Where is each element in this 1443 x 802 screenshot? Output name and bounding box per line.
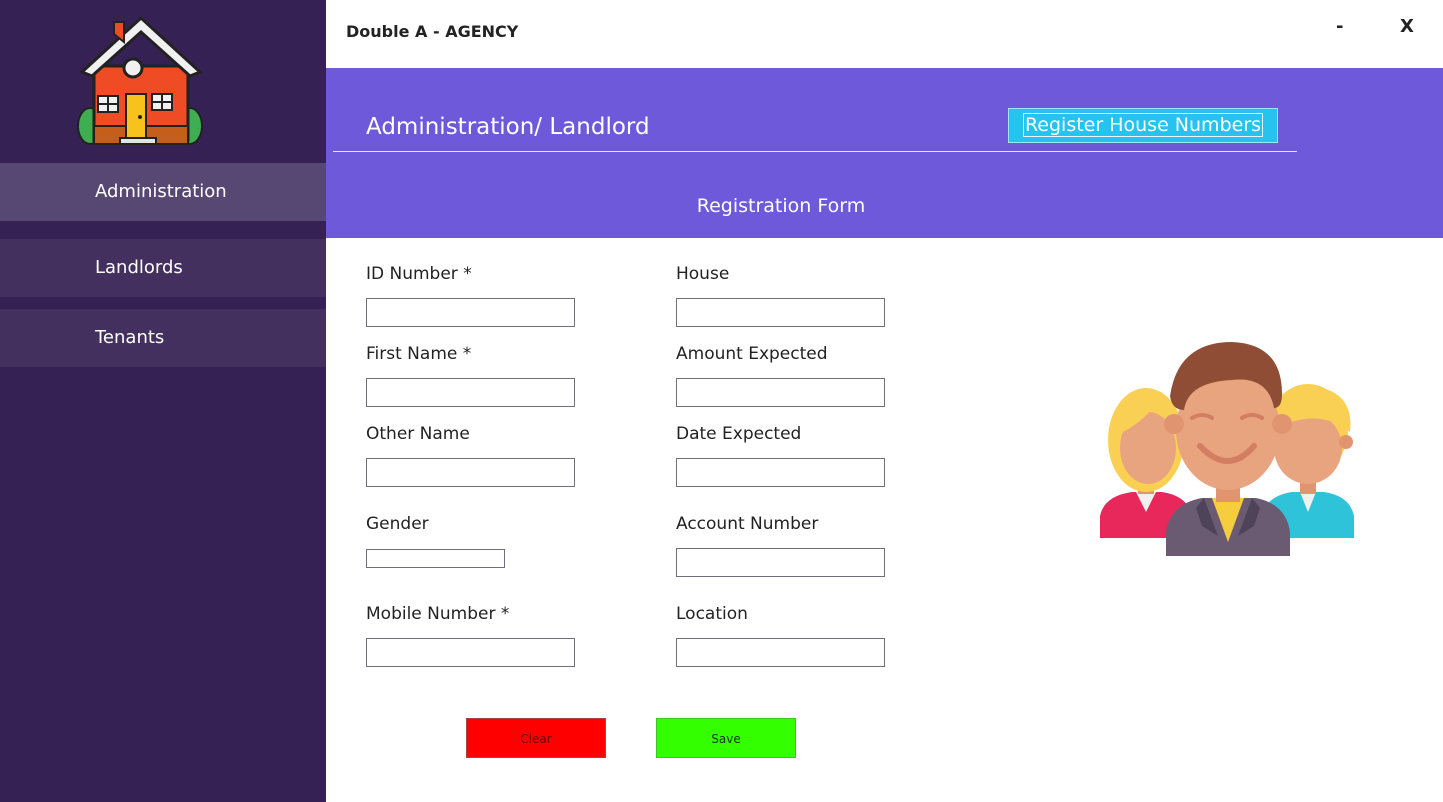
header-banner: Administration/ Landlord Register House … — [326, 68, 1443, 238]
sidebar-item-label: Landlords — [95, 257, 183, 278]
other-name-field[interactable] — [366, 458, 575, 487]
sidebar-item-landlords[interactable]: Landlords — [0, 239, 326, 297]
id-number-field[interactable] — [366, 298, 575, 327]
house-field[interactable] — [676, 298, 885, 327]
house-label: House — [676, 264, 730, 284]
users-group-icon — [1100, 342, 1354, 556]
sidebar-item-label: Tenants — [95, 327, 165, 348]
gender-label: Gender — [366, 514, 429, 534]
amount-expected-field[interactable] — [676, 378, 885, 407]
form-title: Registration Form — [696, 195, 866, 217]
mobile-number-label: Mobile Number * — [366, 604, 510, 624]
account-number-field[interactable] — [676, 548, 885, 577]
house-logo-icon — [77, 15, 203, 145]
clear-button[interactable]: Clear — [466, 718, 606, 758]
page-title: Administration/ Landlord — [366, 114, 650, 140]
date-expected-label: Date Expected — [676, 424, 802, 444]
sidebar-item-administration[interactable]: Administration — [0, 163, 326, 221]
other-name-label: Other Name — [366, 424, 470, 444]
gender-select[interactable] — [366, 549, 505, 568]
date-expected-field[interactable] — [676, 458, 885, 487]
save-button[interactable]: Save — [656, 718, 796, 758]
first-name-label: First Name * — [366, 344, 472, 364]
register-house-numbers-button[interactable]: Register House Numbers — [1008, 108, 1278, 143]
location-label: Location — [676, 604, 748, 624]
title-bar: Double A - AGENCY - X — [326, 0, 1443, 68]
id-number-label: ID Number * — [366, 264, 472, 284]
sidebar-item-tenants[interactable]: Tenants — [0, 309, 326, 367]
register-button-label: Register House Numbers — [1022, 113, 1264, 137]
minimize-button[interactable]: - — [1336, 16, 1343, 37]
account-number-label: Account Number — [676, 514, 819, 534]
mobile-number-field[interactable] — [366, 638, 575, 667]
app-title: Double A - AGENCY — [346, 22, 519, 41]
first-name-field[interactable] — [366, 378, 575, 407]
sidebar-item-label: Administration — [95, 181, 227, 202]
location-field[interactable] — [676, 638, 885, 667]
sidebar: Administration Landlords Tenants — [0, 0, 326, 802]
divider — [333, 151, 1297, 152]
close-button[interactable]: X — [1400, 16, 1414, 37]
amount-expected-label: Amount Expected — [676, 344, 828, 364]
